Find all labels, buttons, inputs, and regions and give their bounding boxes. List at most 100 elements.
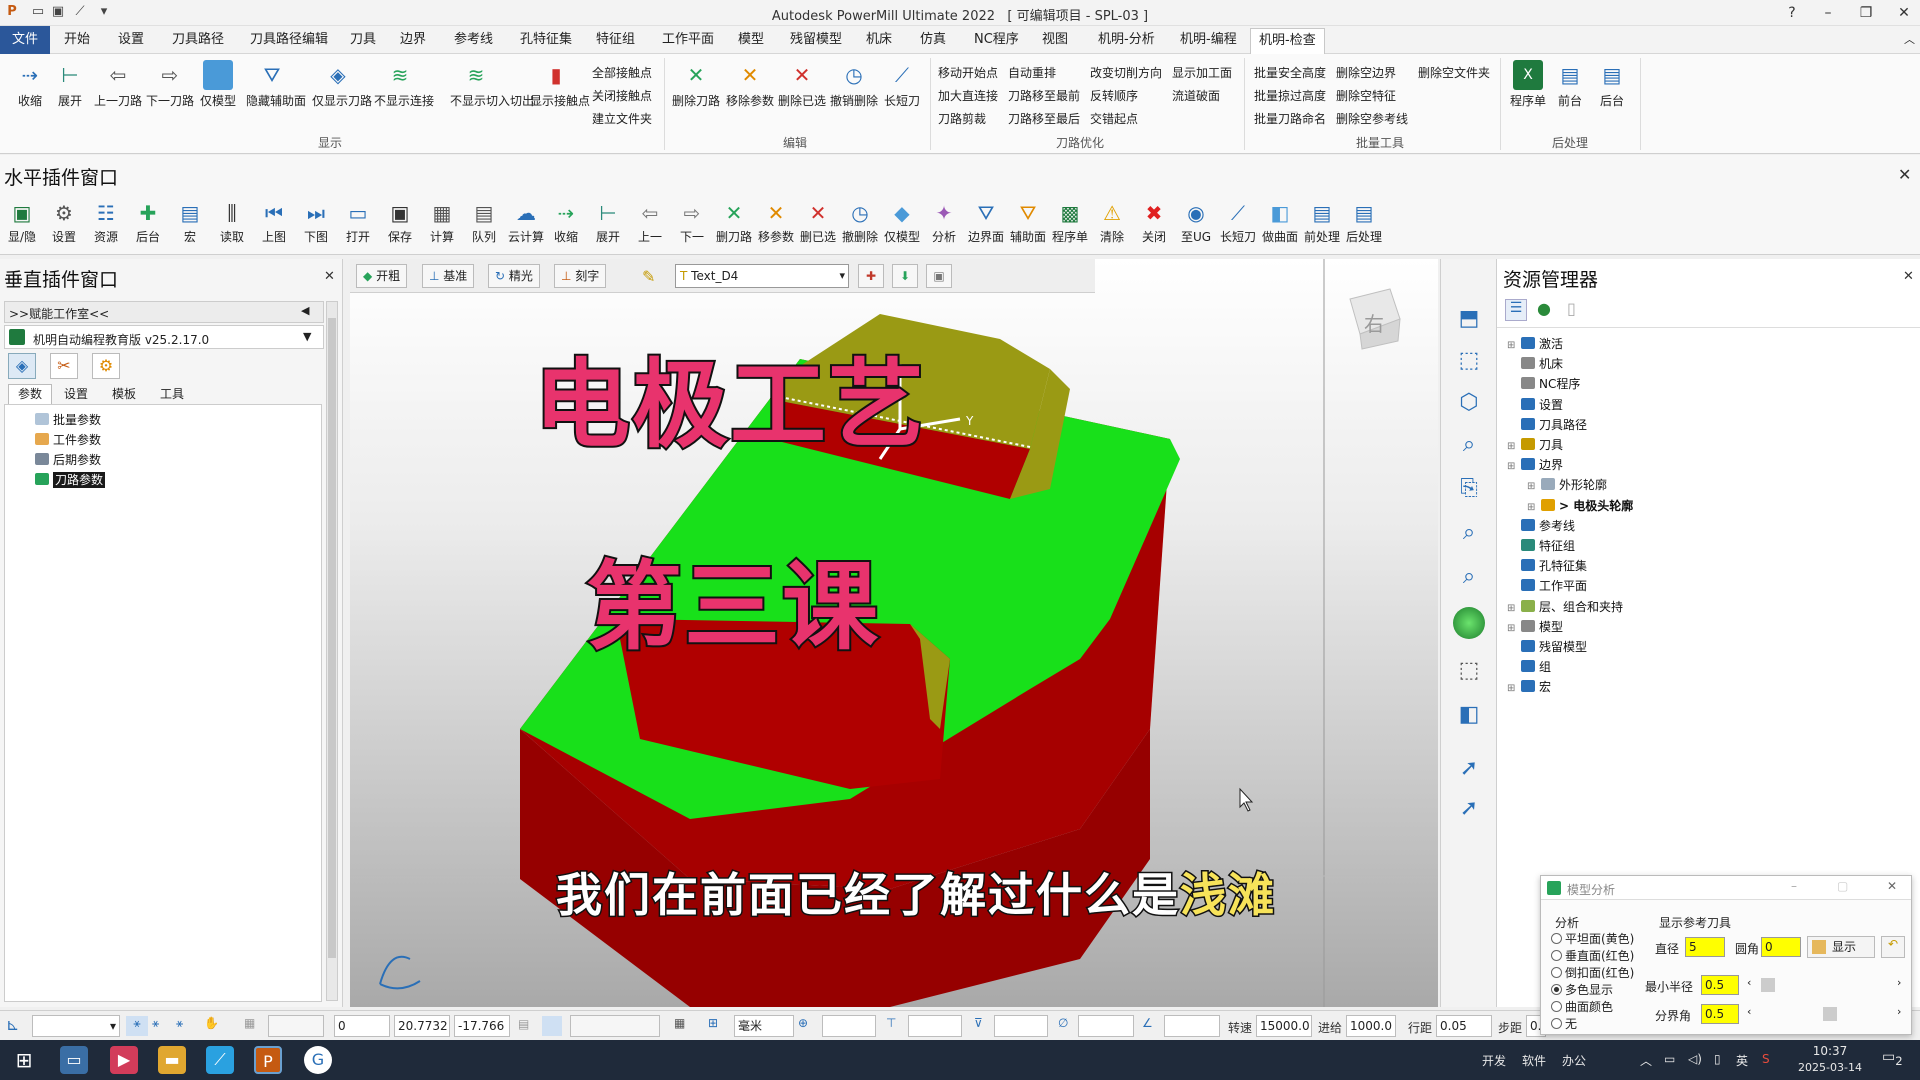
taskbar-date[interactable]: 2025-03-14 xyxy=(1798,1061,1862,1074)
slider-thumb[interactable] xyxy=(1761,978,1775,992)
menu-simulation[interactable]: 仿真 xyxy=(912,26,954,54)
angle-slider[interactable]: ‹ › xyxy=(1747,1005,1907,1023)
analysis-maximize-button[interactable]: ▢ xyxy=(1837,879,1848,893)
workplane-icon[interactable]: ⊾ xyxy=(6,1015,19,1034)
solid-box-icon[interactable]: ◧ xyxy=(1453,699,1485,731)
radio-surface-color[interactable]: 曲面颜色 xyxy=(1551,998,1613,1015)
menu-start[interactable]: 开始 xyxy=(56,26,98,54)
tree-item-hole-feature[interactable]: 孔特征集 xyxy=(1507,557,1587,574)
hplugin-button-make-surface[interactable]: ◧ 做曲面 xyxy=(1260,199,1300,245)
3d-viewport[interactable]: Y 右 电极工艺 第三课 我们在前面已经了解过什么是浅滩 xyxy=(350,259,1438,1007)
tray-network-icon[interactable]: ▭ xyxy=(1664,1052,1675,1066)
restore-button[interactable]: ❐ xyxy=(1848,2,1884,24)
menu-pattern[interactable]: 参考线 xyxy=(446,26,501,54)
tool-tip-icon[interactable]: ⊤ xyxy=(886,1016,896,1030)
hplugin-button-program-sheet[interactable]: ▩ 程序单 xyxy=(1050,199,1090,245)
menu-tool[interactable]: 刀具 xyxy=(342,26,384,54)
next-toolpath-button[interactable]: ⇨ 下一刀路 xyxy=(144,60,196,109)
tree-item-setup[interactable]: 设置 xyxy=(1507,396,1563,413)
tree-item-nc-program[interactable]: NC程序 xyxy=(1507,375,1580,392)
menu-toolpath-edit[interactable]: 刀具路径编辑 xyxy=(242,26,336,54)
tree-batch-params[interactable]: 批量参数 xyxy=(31,411,101,428)
coord-y-field[interactable]: 20.7732 xyxy=(394,1015,450,1037)
collapse-left-icon[interactable]: ◀ xyxy=(301,304,309,317)
stepover-field[interactable]: 0.05 xyxy=(1436,1015,1492,1037)
menu-jiming-analysis[interactable]: 机明-分析 xyxy=(1090,26,1163,54)
explorer-tree-icon[interactable]: ☰ xyxy=(1505,299,1527,321)
expand-toggle-icon[interactable]: ⊞ xyxy=(1507,441,1517,452)
menu-workplane[interactable]: 工作平面 xyxy=(654,26,722,54)
analysis-minimize-button[interactable]: – xyxy=(1791,879,1797,893)
engrave-button[interactable]: ⊥ 刻字 xyxy=(554,264,607,288)
radio-flat-surface[interactable]: 平坦面(黄色) xyxy=(1551,930,1634,947)
shaded-sphere-icon[interactable] xyxy=(1453,607,1485,639)
model-only-button[interactable]: 仅模型 xyxy=(192,60,244,109)
settings-tab-icon[interactable]: ⚙ xyxy=(92,353,120,379)
close-explorer-icon[interactable]: ✕ xyxy=(1903,269,1914,284)
hand-icon[interactable]: ✋ xyxy=(204,1016,219,1030)
min-radius-slider[interactable]: ‹ › xyxy=(1747,976,1907,994)
expand-toggle-icon[interactable]: ⊞ xyxy=(1507,461,1517,472)
notification-icon[interactable]: ▭2 xyxy=(1882,1049,1903,1068)
tree-item-toolpath[interactable]: 刀具路径 xyxy=(1507,416,1587,433)
move-to-first-button[interactable]: 刀路移至最前 xyxy=(1008,87,1080,104)
show-contact-button[interactable]: ▮ 显示接触点 xyxy=(530,60,590,109)
taskbar-app-explorer[interactable]: ▭ xyxy=(60,1046,88,1074)
view-cube[interactable]: 右 xyxy=(1349,288,1401,350)
hplugin-button-save[interactable]: ▣ 保存 xyxy=(380,199,420,245)
menu-setup[interactable]: 设置 xyxy=(110,26,152,54)
grid-field[interactable] xyxy=(268,1015,324,1037)
delete-empty-feature-button[interactable]: 删除空特征 xyxy=(1336,87,1396,104)
unit-field[interactable]: 毫米 xyxy=(734,1015,794,1037)
finishing-button[interactable]: ↻ 精光 xyxy=(488,264,540,288)
min-radius-input[interactable]: 0.5 xyxy=(1701,975,1739,995)
menu-jiming-check[interactable]: 机明-检查 xyxy=(1250,28,1325,54)
tray-sogou-icon[interactable]: S xyxy=(1762,1052,1770,1066)
view-iso-icon[interactable]: ⬒ xyxy=(1453,303,1485,335)
coord-z-field[interactable]: -17.766 xyxy=(454,1015,510,1037)
hplugin-button-boundary-face[interactable]: ⛛ 边界面 xyxy=(966,199,1006,245)
hplugin-button-expand[interactable]: ⊢ 展开 xyxy=(588,199,628,245)
menu-jiming-programming[interactable]: 机明-编程 xyxy=(1172,26,1245,54)
delete-toolpath-button[interactable]: ✕ 删除刀路 xyxy=(670,60,722,109)
hplugin-button-undo-delete[interactable]: ◷ 撤删除 xyxy=(840,199,880,245)
menu-model[interactable]: 模型 xyxy=(730,26,772,54)
tree-item-machine[interactable]: 机床 xyxy=(1507,355,1563,372)
batch-safe-height-button[interactable]: 批量安全高度 xyxy=(1254,64,1326,81)
radio-vertical-surface[interactable]: 垂直面(红色) xyxy=(1551,947,1634,964)
roughing-button[interactable]: ◆ 开粗 xyxy=(356,264,408,288)
holder-field[interactable] xyxy=(994,1015,1048,1037)
panel-icon[interactable]: ▤ xyxy=(518,1017,529,1031)
hplugin-button-down[interactable]: ⇨ 下一 xyxy=(672,199,712,245)
ruler-icon[interactable]: ⊞ xyxy=(708,1016,718,1030)
hplugin-button-aux-face[interactable]: ⛛ 辅助面 xyxy=(1008,199,1048,245)
runner-break-face-button[interactable]: 流道破面 xyxy=(1172,87,1220,104)
hplugin-button-macro[interactable]: ▤ 宏 xyxy=(170,199,210,245)
move-to-last-button[interactable]: 刀路移至最后 xyxy=(1008,110,1080,127)
crosshair-icon[interactable]: ⊕ xyxy=(798,1016,808,1030)
menu-boundary[interactable]: 边界 xyxy=(392,26,434,54)
hplugin-button-to-ug[interactable]: ◉ 至UG xyxy=(1176,199,1216,245)
hplugin-button-post-process[interactable]: ▤ 后处理 xyxy=(1344,199,1384,245)
dropdown-arrow-icon[interactable]: ▼ xyxy=(303,330,311,343)
hplugin-button-resources[interactable]: ☷ 资源 xyxy=(86,199,126,245)
diameter-field[interactable] xyxy=(1078,1015,1134,1037)
radio-undercut-surface[interactable]: 倒扣面(红色) xyxy=(1551,964,1634,981)
close-window-button[interactable]: ✕ xyxy=(1886,2,1920,24)
remove-params-button[interactable]: ✕ 移除参数 xyxy=(724,60,776,109)
feed-rate-field[interactable]: 1000.0 xyxy=(1346,1015,1396,1037)
menu-toolpath[interactable]: 刀具路径 xyxy=(164,26,232,54)
hplugin-button-close-circle[interactable]: ✖ 关闭 xyxy=(1134,199,1174,245)
text-font-dropdown[interactable]: T Text_D4 ▾ xyxy=(675,264,849,288)
long-short-tool-button[interactable]: ⟋ 长短刀 xyxy=(876,60,928,109)
start-icon[interactable]: ⊞ xyxy=(10,1046,38,1074)
move-start-point-button[interactable]: 移动开始点 xyxy=(938,64,998,81)
zoom-fit-icon[interactable]: ⌕ xyxy=(1453,517,1485,549)
menu-machine[interactable]: 机床 xyxy=(858,26,900,54)
tree-item-workplane[interactable]: 工作平面 xyxy=(1507,577,1587,594)
tree-item-macro[interactable]: ⊞ 宏 xyxy=(1507,678,1551,695)
hide-links-button[interactable]: ≋ 不显示连接 xyxy=(374,60,434,109)
tab-tools[interactable]: 工具 xyxy=(150,385,194,404)
expand-toggle-icon[interactable]: ⊞ xyxy=(1527,481,1537,492)
tray-office[interactable]: 办公 xyxy=(1562,1052,1586,1069)
